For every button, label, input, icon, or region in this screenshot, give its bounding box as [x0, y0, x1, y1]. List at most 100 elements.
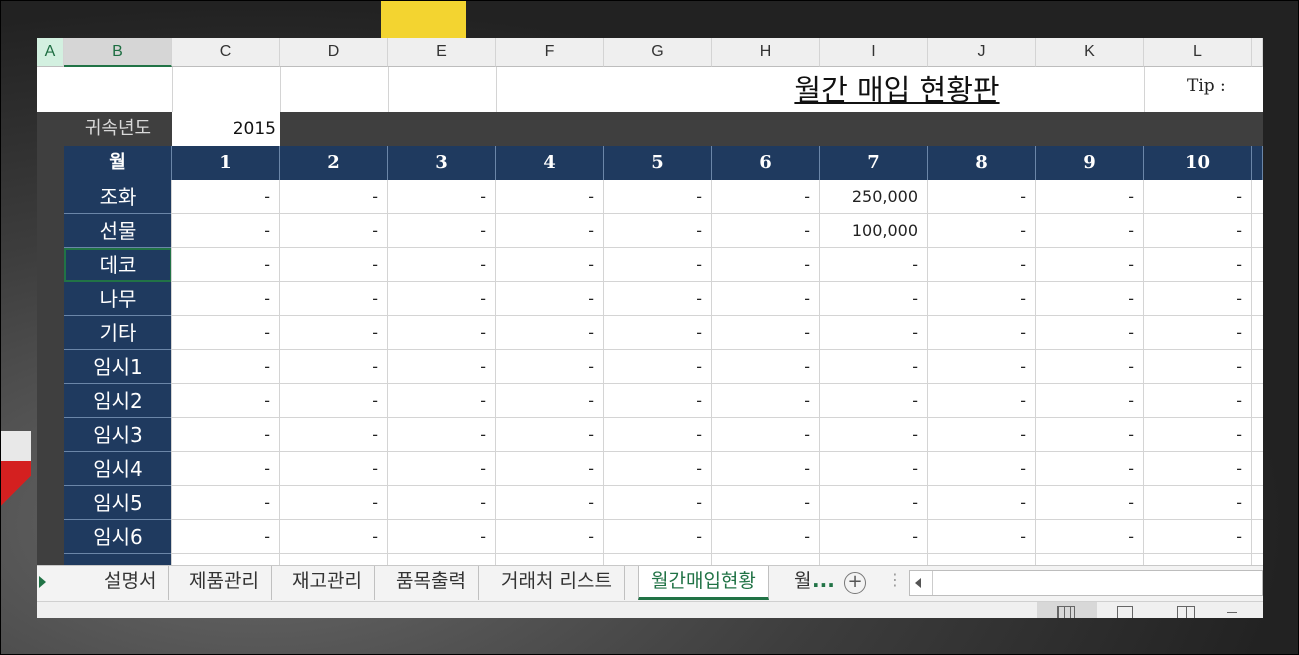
data-cell[interactable]: - [172, 486, 280, 520]
year-label[interactable]: 귀속년도 [64, 112, 172, 146]
page-break-view-icon[interactable] [1177, 606, 1195, 618]
year-value-cell[interactable]: 2015 [172, 112, 280, 146]
data-cell[interactable]: - [712, 452, 820, 486]
month-header-2[interactable]: 2 [280, 146, 388, 180]
data-cell[interactable]: - [280, 248, 388, 282]
data-cell[interactable]: - [1036, 180, 1144, 214]
data-cell[interactable]: - [928, 350, 1036, 384]
data-cell[interactable]: - [496, 282, 604, 316]
column-header-j[interactable]: J [928, 38, 1036, 67]
data-cell[interactable]: - [388, 316, 496, 350]
data-cell[interactable]: - [928, 520, 1036, 554]
data-cell[interactable]: - [820, 486, 928, 520]
data-cell[interactable]: - [820, 384, 928, 418]
data-cell[interactable]: - [820, 452, 928, 486]
data-cell[interactable]: - [172, 214, 280, 248]
data-cell[interactable]: - [172, 350, 280, 384]
data-cell[interactable]: - [1144, 282, 1252, 316]
data-cell[interactable]: - [820, 520, 928, 554]
data-cell[interactable]: - [496, 316, 604, 350]
data-cell[interactable]: - [496, 452, 604, 486]
row-label[interactable]: 나무 [64, 282, 172, 316]
add-sheet-icon[interactable]: + [844, 572, 866, 594]
data-cell[interactable]: - [388, 520, 496, 554]
row-label[interactable]: 임시1 [64, 350, 172, 384]
data-cell[interactable]: - [712, 384, 820, 418]
data-cell[interactable]: - [712, 282, 820, 316]
data-cell[interactable]: - [604, 350, 712, 384]
sheet-tab[interactable]: 품목출력 [384, 566, 479, 600]
data-cell[interactable]: - [604, 180, 712, 214]
month-header-6[interactable]: 6 [712, 146, 820, 180]
sheet-tab[interactable]: 제품관리 [177, 566, 272, 600]
data-cell[interactable]: - [1036, 520, 1144, 554]
column-header-c[interactable]: C [172, 38, 280, 67]
data-cell[interactable]: - [172, 384, 280, 418]
data-cell[interactable]: - [280, 316, 388, 350]
data-cell[interactable]: - [496, 180, 604, 214]
data-cell[interactable]: - [496, 520, 604, 554]
data-cell[interactable]: - [1144, 452, 1252, 486]
row-label[interactable]: 기타 [64, 316, 172, 350]
data-cell[interactable]: - [604, 282, 712, 316]
column-header-k[interactable]: K [1036, 38, 1144, 67]
data-cell[interactable]: - [1144, 316, 1252, 350]
data-cell[interactable]: - [820, 350, 928, 384]
data-cell[interactable]: - [1144, 486, 1252, 520]
data-cell[interactable]: - [280, 486, 388, 520]
data-cell[interactable]: - [712, 248, 820, 282]
column-header-e[interactable]: E [388, 38, 496, 67]
column-header-f[interactable]: F [496, 38, 604, 67]
data-cell[interactable]: - [280, 282, 388, 316]
data-cell[interactable]: - [172, 452, 280, 486]
data-cell[interactable]: 250,000 [820, 180, 928, 214]
data-cell[interactable]: - [604, 520, 712, 554]
data-cell[interactable]: - [388, 384, 496, 418]
data-cell[interactable]: - [712, 418, 820, 452]
data-cell[interactable]: - [280, 384, 388, 418]
month-header-3[interactable]: 3 [388, 146, 496, 180]
data-cell[interactable]: - [496, 248, 604, 282]
data-cell[interactable]: - [820, 282, 928, 316]
month-header-5[interactable]: 5 [604, 146, 712, 180]
data-cell[interactable]: - [388, 418, 496, 452]
data-cell[interactable]: - [712, 520, 820, 554]
data-cell[interactable]: - [388, 248, 496, 282]
data-cell[interactable]: - [280, 418, 388, 452]
data-cell[interactable]: - [928, 316, 1036, 350]
data-cell[interactable]: - [820, 418, 928, 452]
month-header-7[interactable]: 7 [820, 146, 928, 180]
data-cell[interactable]: - [820, 248, 928, 282]
data-cell[interactable]: - [172, 520, 280, 554]
data-cell[interactable]: - [388, 214, 496, 248]
data-cell[interactable]: - [1144, 214, 1252, 248]
data-cell[interactable]: - [928, 180, 1036, 214]
data-cell[interactable]: - [604, 486, 712, 520]
data-cell[interactable]: - [1144, 418, 1252, 452]
row-label[interactable]: 조화 [64, 180, 172, 214]
data-cell[interactable]: - [280, 214, 388, 248]
zoom-out-icon[interactable] [1227, 612, 1237, 613]
data-cell[interactable]: - [604, 452, 712, 486]
column-header-g[interactable]: G [604, 38, 712, 67]
data-cell[interactable]: - [1036, 316, 1144, 350]
data-cell[interactable]: - [604, 248, 712, 282]
data-cell[interactable]: - [1036, 248, 1144, 282]
normal-view-icon[interactable] [1037, 602, 1097, 618]
month-header-9[interactable]: 9 [1036, 146, 1144, 180]
data-cell[interactable]: - [496, 418, 604, 452]
column-header-h[interactable]: H [712, 38, 820, 67]
sheet-tab[interactable]: 월간매입현황 [638, 566, 769, 600]
data-cell[interactable]: - [1144, 248, 1252, 282]
data-cell[interactable]: - [820, 316, 928, 350]
data-cell[interactable]: - [928, 214, 1036, 248]
splitter-dots-icon[interactable]: ⋮ [887, 570, 903, 589]
data-cell[interactable]: - [604, 384, 712, 418]
more-tabs-ellipsis[interactable]: ... [812, 568, 835, 592]
sheet-tab[interactable]: 재고관리 [280, 566, 375, 600]
data-cell[interactable]: - [928, 486, 1036, 520]
data-cell[interactable]: - [172, 180, 280, 214]
data-cell[interactable]: - [280, 350, 388, 384]
horizontal-scrollbar[interactable] [909, 570, 1263, 596]
row-label[interactable]: 임시2 [64, 384, 172, 418]
